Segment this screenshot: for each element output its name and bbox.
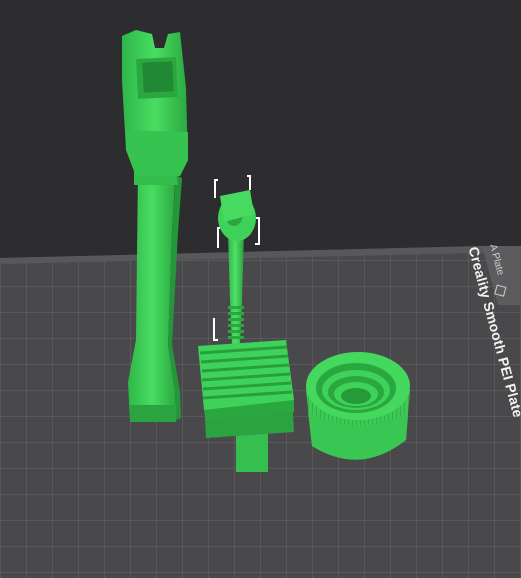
3d-viewport[interactable] <box>0 0 521 578</box>
model-threaded-ring[interactable] <box>306 352 410 460</box>
